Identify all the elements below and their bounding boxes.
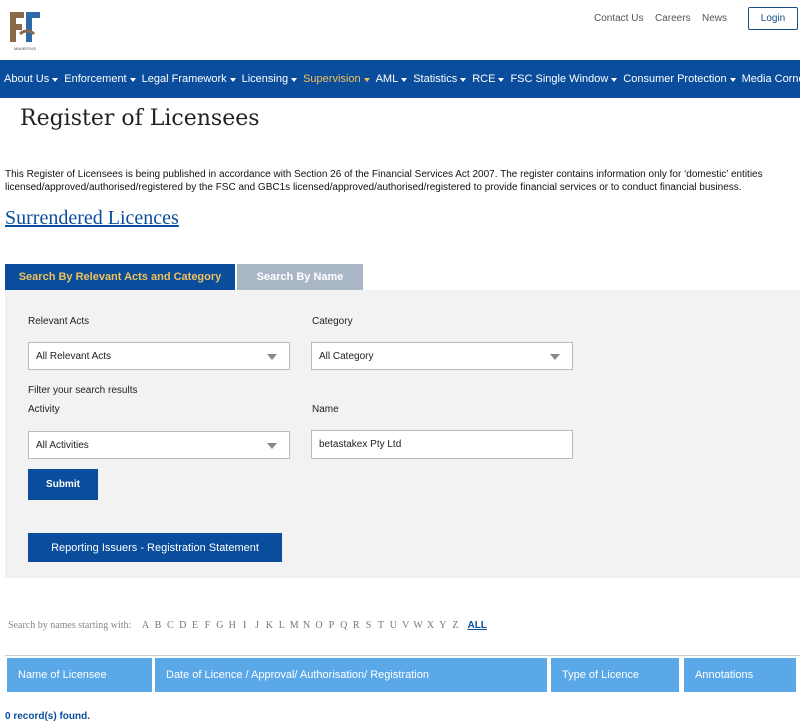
main-nav: About Us Enforcement Legal Framework Lic… [0, 60, 800, 98]
chevron-down-icon [611, 78, 618, 82]
col-annotations[interactable]: Annotations [684, 658, 796, 692]
alphabet-letter-u[interactable]: U [387, 620, 399, 631]
dropdown-arrow-icon [267, 354, 277, 360]
alphabet-letter-v[interactable]: V [400, 620, 412, 631]
chevron-down-icon [498, 78, 505, 82]
chevron-down-icon [52, 78, 59, 82]
alphabet-letter-c[interactable]: C [164, 620, 176, 631]
alphabet-letter-o[interactable]: O [313, 620, 325, 631]
nav-aml[interactable]: AML [376, 73, 408, 85]
top-bar: MAURITIUS Contact Us Careers News Login [0, 0, 800, 60]
tab-search-by-acts[interactable]: Search By Relevant Acts and Category [5, 264, 235, 290]
alphabet-letter-x[interactable]: X [424, 620, 436, 631]
nav-enforcement[interactable]: Enforcement [64, 73, 136, 85]
records-count: 0 record(s) found. [5, 711, 91, 722]
chevron-down-icon [291, 78, 298, 82]
relevant-acts-label: Relevant Acts [28, 316, 90, 327]
alphabet-letter-m[interactable]: M [288, 620, 300, 631]
submit-button[interactable]: Submit [28, 469, 98, 500]
nav-fsc-single-window[interactable]: FSC Single Window [510, 73, 618, 85]
chevron-down-icon [229, 78, 236, 82]
alphabet-letter-h[interactable]: H [226, 620, 238, 631]
alphabet-letter-e[interactable]: E [189, 620, 201, 631]
news-link[interactable]: News [702, 13, 727, 24]
alphabet-letter-f[interactable]: F [201, 620, 213, 631]
col-date-of-licence[interactable]: Date of Licence / Approval/ Authorisatio… [155, 658, 547, 692]
login-button[interactable]: Login [748, 7, 798, 30]
alphabet-letter-t[interactable]: T [375, 620, 387, 631]
nav-about-us[interactable]: About Us [4, 73, 59, 85]
alphabet-letter-a[interactable]: A [139, 620, 151, 631]
alphabet-label: Search by names starting with: [8, 619, 132, 631]
nav-rce[interactable]: RCE [472, 73, 505, 85]
alphabet-filter: Search by names starting with: ABCDEFGHI… [8, 618, 487, 632]
alphabet-letter-z[interactable]: Z [449, 620, 461, 631]
relevant-acts-select[interactable]: All Relevant Acts [28, 342, 290, 370]
alphabet-letter-b[interactable]: B [152, 620, 164, 631]
dropdown-arrow-icon [267, 443, 277, 449]
nav-consumer-protection[interactable]: Consumer Protection [623, 73, 736, 85]
logo-text: MAURITIUS [14, 46, 36, 51]
alphabet-all-link[interactable]: ALL [467, 620, 486, 631]
relevant-acts-value: All Relevant Acts [36, 350, 112, 362]
nav-legal-framework[interactable]: Legal Framework [142, 73, 236, 85]
chevron-down-icon [129, 78, 136, 82]
reporting-issuers-button[interactable]: Reporting Issuers - Registration Stateme… [28, 533, 282, 562]
alphabet-letter-l[interactable]: L [276, 620, 288, 631]
nav-statistics[interactable]: Statistics [413, 73, 467, 85]
alphabet-letter-k[interactable]: K [263, 620, 275, 631]
fsc-logo[interactable]: MAURITIUS [6, 6, 44, 52]
activity-label: Activity [28, 404, 60, 415]
careers-link[interactable]: Careers [655, 13, 691, 24]
category-label: Category [312, 316, 353, 327]
activity-select[interactable]: All Activities [28, 431, 290, 459]
tab-search-by-name[interactable]: Search By Name [237, 264, 363, 290]
chevron-down-icon [363, 78, 370, 82]
chevron-down-icon [729, 78, 736, 82]
name-label: Name [312, 404, 339, 415]
alphabet-letter-r[interactable]: R [350, 620, 362, 631]
chevron-down-icon [401, 78, 408, 82]
alphabet-letter-n[interactable]: N [300, 620, 312, 631]
alphabet-letter-w[interactable]: W [412, 620, 424, 631]
surrendered-licences-link[interactable]: Surrendered Licences [5, 207, 179, 230]
col-type-of-licence[interactable]: Type of Licence [551, 658, 679, 692]
alphabet-letter-i[interactable]: I [238, 620, 250, 631]
nav-supervision[interactable]: Supervision [303, 73, 370, 85]
filter-label: Filter your search results [28, 385, 138, 396]
dropdown-arrow-icon [550, 354, 560, 360]
intro-text: This Register of Licensees is being publ… [5, 169, 763, 193]
category-select[interactable]: All Category [311, 342, 573, 370]
page-title: Register of Licensees [20, 106, 260, 131]
col-name-of-licensee[interactable]: Name of Licensee [7, 658, 152, 692]
alphabet-letter-s[interactable]: S [362, 620, 374, 631]
name-input[interactable]: betastakex Pty Ltd [311, 430, 573, 459]
chevron-down-icon [460, 78, 467, 82]
category-value: All Category [319, 350, 374, 362]
contact-us-link[interactable]: Contact Us [594, 13, 643, 24]
alphabet-letter-j[interactable]: J [251, 620, 263, 631]
activity-value: All Activities [36, 439, 89, 451]
nav-media-corner[interactable]: Media Corner [742, 73, 800, 85]
nav-licensing[interactable]: Licensing [242, 73, 298, 85]
alphabet-letter-q[interactable]: Q [338, 620, 350, 631]
alphabet-letter-g[interactable]: G [214, 620, 226, 631]
alphabet-letter-d[interactable]: D [176, 620, 188, 631]
table-top-line [5, 655, 800, 656]
alphabet-letter-y[interactable]: Y [437, 620, 449, 631]
alphabet-letter-p[interactable]: P [325, 620, 337, 631]
